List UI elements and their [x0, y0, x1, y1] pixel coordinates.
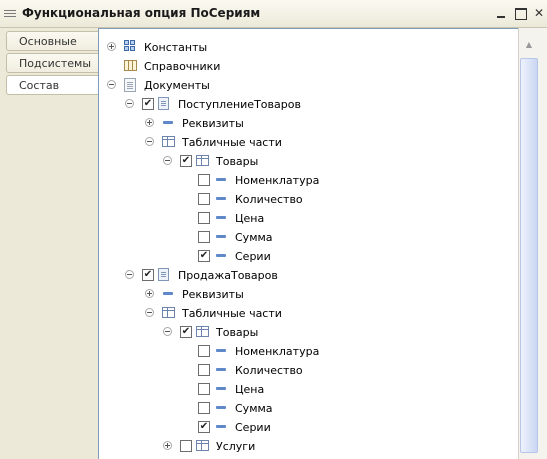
maximize-button[interactable]	[513, 6, 527, 20]
close-button[interactable]: ✕	[532, 6, 546, 20]
tree-node-label: Табличные части	[182, 307, 282, 320]
tab-subsystems[interactable]: Подсистемы	[6, 53, 98, 73]
collapse-icon[interactable]	[125, 99, 134, 108]
tab-panel: Основные Подсистемы Состав	[0, 28, 98, 459]
table-icon	[196, 155, 209, 166]
include-checkbox[interactable]	[198, 383, 210, 395]
tab-basic[interactable]: Основные	[6, 31, 98, 51]
attribute-icon	[216, 387, 226, 390]
scrollbar-thumb[interactable]	[520, 58, 538, 453]
tree-node-label: Количество	[235, 193, 303, 206]
tree-node-label: Константы	[144, 41, 208, 54]
tree-node-label: ПродажаТоваров	[178, 269, 278, 282]
attribute-icon	[216, 197, 226, 200]
tree-node-label: Реквизиты	[182, 117, 244, 130]
table-icon	[196, 440, 209, 451]
attribute-icon	[216, 254, 226, 257]
expand-icon[interactable]	[107, 42, 116, 51]
attribute-icon	[216, 368, 226, 371]
collapse-icon[interactable]	[107, 80, 116, 89]
collapse-icon[interactable]	[125, 270, 134, 279]
documents-icon	[124, 78, 136, 92]
attribute-icon	[216, 235, 226, 238]
table-icon	[162, 307, 175, 318]
attribute-icon	[163, 121, 173, 124]
document-icon	[158, 97, 169, 110]
attribute-icon	[163, 292, 173, 295]
minimize-button[interactable]	[494, 6, 508, 20]
collapse-icon[interactable]	[145, 308, 154, 317]
attribute-icon	[216, 406, 226, 409]
attribute-icon	[216, 425, 226, 428]
collapse-icon[interactable]	[163, 327, 172, 336]
tree-node-label: Цена	[235, 212, 265, 225]
vertical-scrollbar[interactable]: ▲	[518, 28, 547, 459]
include-checkbox[interactable]	[180, 440, 192, 452]
include-checkbox[interactable]	[198, 212, 210, 224]
include-checkbox[interactable]	[198, 345, 210, 357]
include-checkbox[interactable]: ✔	[180, 155, 192, 167]
tree-node-label: Серии	[235, 250, 271, 263]
tree-node-label: Товары	[216, 326, 259, 339]
attribute-icon	[216, 216, 226, 219]
collapse-icon[interactable]	[145, 137, 154, 146]
expand-icon[interactable]	[145, 289, 154, 298]
expand-icon[interactable]	[145, 118, 154, 127]
tree-node-label: Номенклатура	[235, 174, 320, 187]
table-icon	[162, 136, 175, 147]
title-bar: Функциональная опция ПоСериям ✕	[0, 0, 547, 28]
window-menu-icon[interactable]	[4, 8, 16, 19]
include-checkbox[interactable]: ✔	[198, 250, 210, 262]
table-icon	[196, 326, 209, 337]
document-icon	[158, 268, 169, 281]
catalog-icon	[124, 60, 137, 71]
constants-icon	[124, 40, 137, 53]
collapse-icon[interactable]	[163, 156, 172, 165]
attribute-icon	[216, 178, 226, 181]
tree-node-label: ПоступлениеТоваров	[178, 98, 301, 111]
include-checkbox[interactable]	[198, 402, 210, 414]
include-checkbox[interactable]	[198, 174, 210, 186]
include-checkbox[interactable]: ✔	[142, 98, 154, 110]
tree-node-label: Серии	[235, 421, 271, 434]
include-checkbox[interactable]	[198, 364, 210, 376]
content-tree[interactable]: Константы Справочники Документы ✔ Поступ…	[98, 28, 518, 459]
tree-node-label: Номенклатура	[235, 345, 320, 358]
include-checkbox[interactable]	[198, 231, 210, 243]
tree-node-label: Справочники	[144, 60, 221, 73]
attribute-icon	[216, 349, 226, 352]
tree-node-label: Услуги	[216, 440, 256, 453]
include-checkbox[interactable]: ✔	[180, 326, 192, 338]
tree-node-label: Товары	[216, 155, 259, 168]
tab-content[interactable]: Состав	[6, 75, 98, 95]
tree-node-label: Сумма	[235, 402, 273, 415]
tree-node-label: Сумма	[235, 231, 273, 244]
include-checkbox[interactable]	[198, 193, 210, 205]
expand-icon[interactable]	[163, 441, 172, 450]
include-checkbox[interactable]: ✔	[142, 269, 154, 281]
tree-node-label: Количество	[235, 364, 303, 377]
tree-node-label: Цена	[235, 383, 265, 396]
tree-node-label: Документы	[144, 79, 210, 92]
include-checkbox[interactable]: ✔	[198, 421, 210, 433]
tree-node-label: Табличные части	[182, 136, 282, 149]
window-title: Функциональная опция ПоСериям	[22, 6, 261, 20]
scroll-up-icon[interactable]: ▲	[522, 40, 536, 54]
tree-node-label: Реквизиты	[182, 288, 244, 301]
